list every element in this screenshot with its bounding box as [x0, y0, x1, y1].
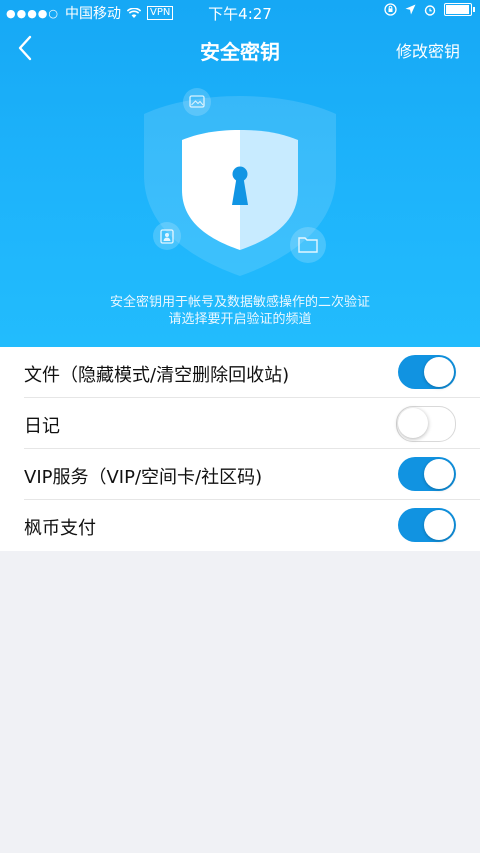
status-bar: ●●●●○ 中国移动 VPN 下午4:27 — [0, 0, 480, 24]
hero-header: ●●●●○ 中国移动 VPN 下午4:27 安全密钥 修改密钥 安全密钥用于帐号… — [0, 0, 480, 347]
alarm-icon — [424, 4, 436, 16]
rotation-lock-icon — [384, 3, 397, 16]
toggle-knob — [424, 357, 454, 387]
vip-toggle[interactable] — [398, 457, 456, 491]
coin-payment-toggle[interactable] — [398, 508, 456, 542]
list-item-coin-payment: 枫币支付 — [0, 500, 480, 551]
list-item-files: 文件（隐藏模式/清空删除回收站) — [0, 347, 480, 398]
description: 安全密钥用于帐号及数据敏感操作的二次验证 请选择要开启验证的频道 — [0, 294, 480, 328]
files-toggle[interactable] — [398, 355, 456, 389]
list-item-label: 日记 — [24, 416, 60, 437]
battery-icon — [444, 3, 475, 16]
toggle-knob — [424, 510, 454, 540]
folder-bubble-icon — [290, 227, 326, 263]
list-item-vip: VIP服务（VIP/空间卡/社区码) — [0, 449, 480, 500]
change-key-button[interactable]: 修改密钥 — [396, 38, 460, 62]
list-item-label: 文件（隐藏模式/清空删除回收站) — [24, 365, 290, 386]
navigation-bar: 安全密钥 修改密钥 — [0, 24, 480, 72]
list-item-label: 枫币支付 — [24, 518, 96, 539]
shield-illustration — [144, 88, 336, 276]
description-line-1: 安全密钥用于帐号及数据敏感操作的二次验证 — [109, 295, 370, 310]
channel-list: 文件（隐藏模式/清空删除回收站) 日记 VIP服务（VIP/空间卡/社区码) 枫… — [0, 347, 480, 551]
diary-toggle[interactable] — [396, 406, 456, 442]
contact-bubble-icon — [153, 222, 181, 250]
toggle-knob — [398, 408, 428, 438]
description-line-2: 请选择要开启验证的频道 — [168, 312, 312, 327]
list-item-diary: 日记 — [0, 398, 480, 449]
list-item-label: VIP服务（VIP/空间卡/社区码) — [24, 467, 263, 488]
toggle-knob — [424, 459, 454, 489]
image-bubble-icon — [183, 88, 211, 116]
location-arrow-icon — [405, 4, 416, 15]
